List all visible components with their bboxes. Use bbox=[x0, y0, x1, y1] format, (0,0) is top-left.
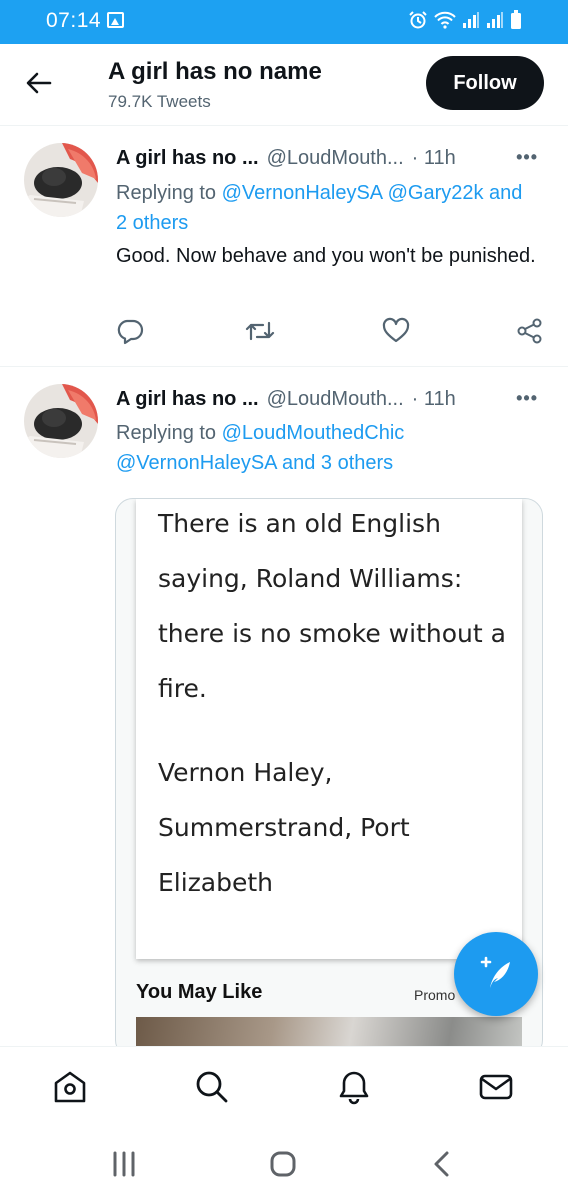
more-options-button[interactable]: ••• bbox=[516, 388, 538, 409]
tweet-header: A girl has no ... @LoudMouth... · 11h bbox=[116, 147, 456, 170]
letter-line: there is no smoke without a bbox=[158, 619, 506, 648]
mention-link[interactable]: @LoudMouthedChic bbox=[222, 422, 405, 444]
letter-line: Vernon Haley, bbox=[158, 758, 333, 787]
tweet-header: A girl has no ... @LoudMouth... · 11h bbox=[116, 388, 456, 411]
tweet-timestamp: · 11h bbox=[411, 147, 456, 169]
avatar[interactable] bbox=[24, 143, 98, 217]
retweet-button[interactable] bbox=[244, 317, 276, 350]
letter-line: fire. bbox=[158, 674, 207, 703]
wifi-icon bbox=[434, 11, 456, 29]
tweet-timestamp: · 11h bbox=[411, 388, 456, 410]
compose-tweet-button[interactable] bbox=[454, 932, 538, 1016]
profile-name-title: A girl has no name bbox=[108, 58, 322, 85]
tweet-author-handle[interactable]: @LoudMouth... bbox=[267, 388, 404, 410]
others-link[interactable]: and 3 others bbox=[282, 452, 393, 474]
tweet-count: 79.7K Tweets bbox=[108, 92, 211, 111]
signal-icon-1 bbox=[463, 12, 479, 28]
letter-line: There is an old English bbox=[158, 509, 441, 538]
alarm-icon bbox=[409, 11, 427, 29]
home-system-button[interactable] bbox=[263, 1146, 303, 1182]
status-bar: 07:14 bbox=[0, 0, 568, 44]
status-time: 07:14 bbox=[46, 9, 102, 32]
mention-link[interactable]: @VernonHaleySA bbox=[222, 182, 382, 204]
replying-to: Replying to @VernonHaleySA @Gary22k and … bbox=[116, 178, 536, 238]
nav-home[interactable] bbox=[50, 1067, 90, 1107]
share-icon bbox=[517, 318, 542, 344]
tweet-actions bbox=[116, 317, 546, 349]
notifications-icon bbox=[339, 1071, 369, 1105]
compose-feather-icon bbox=[480, 956, 510, 988]
search-icon bbox=[196, 1071, 228, 1103]
replying-to: Replying to @LoudMouthedChic @VernonHale… bbox=[116, 418, 536, 478]
like-button[interactable] bbox=[382, 317, 410, 350]
tweet-author-name[interactable]: A girl has no ... bbox=[116, 147, 259, 169]
status-icons bbox=[408, 10, 522, 30]
tweet[interactable]: A girl has no ... @LoudMouth... · 11h ••• … bbox=[0, 127, 568, 367]
battery-icon bbox=[511, 10, 521, 29]
avatar[interactable] bbox=[24, 384, 98, 458]
recent-apps-icon bbox=[113, 1151, 135, 1177]
replying-to-label: Replying to bbox=[116, 182, 217, 204]
nav-notifications[interactable] bbox=[334, 1067, 374, 1107]
follow-button[interactable]: Follow bbox=[426, 56, 544, 110]
back-button[interactable] bbox=[22, 66, 56, 100]
retweet-icon bbox=[245, 321, 275, 341]
back-system-button[interactable] bbox=[422, 1146, 462, 1182]
back-arrow-icon bbox=[26, 72, 52, 94]
nav-messages[interactable] bbox=[476, 1067, 516, 1107]
more-options-button[interactable]: ••• bbox=[516, 147, 538, 168]
you-may-like-heading: You May Like bbox=[136, 981, 263, 1003]
promo-label: Promo bbox=[414, 987, 456, 1003]
home-icon bbox=[54, 1071, 86, 1103]
letter-line: Summerstrand, Port bbox=[158, 813, 410, 842]
bottom-navigation bbox=[0, 1046, 568, 1126]
tweet-text: Good. Now behave and you won't be punish… bbox=[116, 245, 536, 267]
gallery-notification-icon bbox=[107, 12, 124, 28]
avatar-image bbox=[24, 143, 98, 217]
share-button[interactable] bbox=[516, 317, 544, 350]
back-icon bbox=[434, 1151, 449, 1177]
letter-line: Elizabeth bbox=[158, 868, 274, 897]
tweet-author-name[interactable]: A girl has no ... bbox=[116, 388, 259, 410]
mention-link[interactable]: @Gary22k bbox=[388, 182, 484, 204]
replying-to-label: Replying to bbox=[116, 422, 217, 444]
home-button-icon bbox=[270, 1151, 296, 1177]
messages-icon bbox=[479, 1074, 513, 1100]
reply-button[interactable] bbox=[116, 317, 144, 350]
reply-icon bbox=[117, 319, 144, 345]
signal-icon-2 bbox=[487, 12, 503, 28]
like-icon bbox=[382, 317, 410, 343]
recent-apps-button[interactable] bbox=[104, 1146, 144, 1182]
profile-header: A girl has no name 79.7K Tweets Follow bbox=[0, 44, 568, 126]
nav-search[interactable] bbox=[192, 1067, 232, 1107]
system-navigation bbox=[0, 1126, 568, 1200]
mention-link[interactable]: @VernonHaleySA bbox=[116, 452, 276, 474]
tweet-author-handle[interactable]: @LoudMouth... bbox=[267, 147, 404, 169]
letter-line: saying, Roland Williams: bbox=[158, 564, 463, 593]
letter-image: There is an old English saying, Roland W… bbox=[136, 499, 522, 959]
avatar-image bbox=[24, 384, 98, 458]
